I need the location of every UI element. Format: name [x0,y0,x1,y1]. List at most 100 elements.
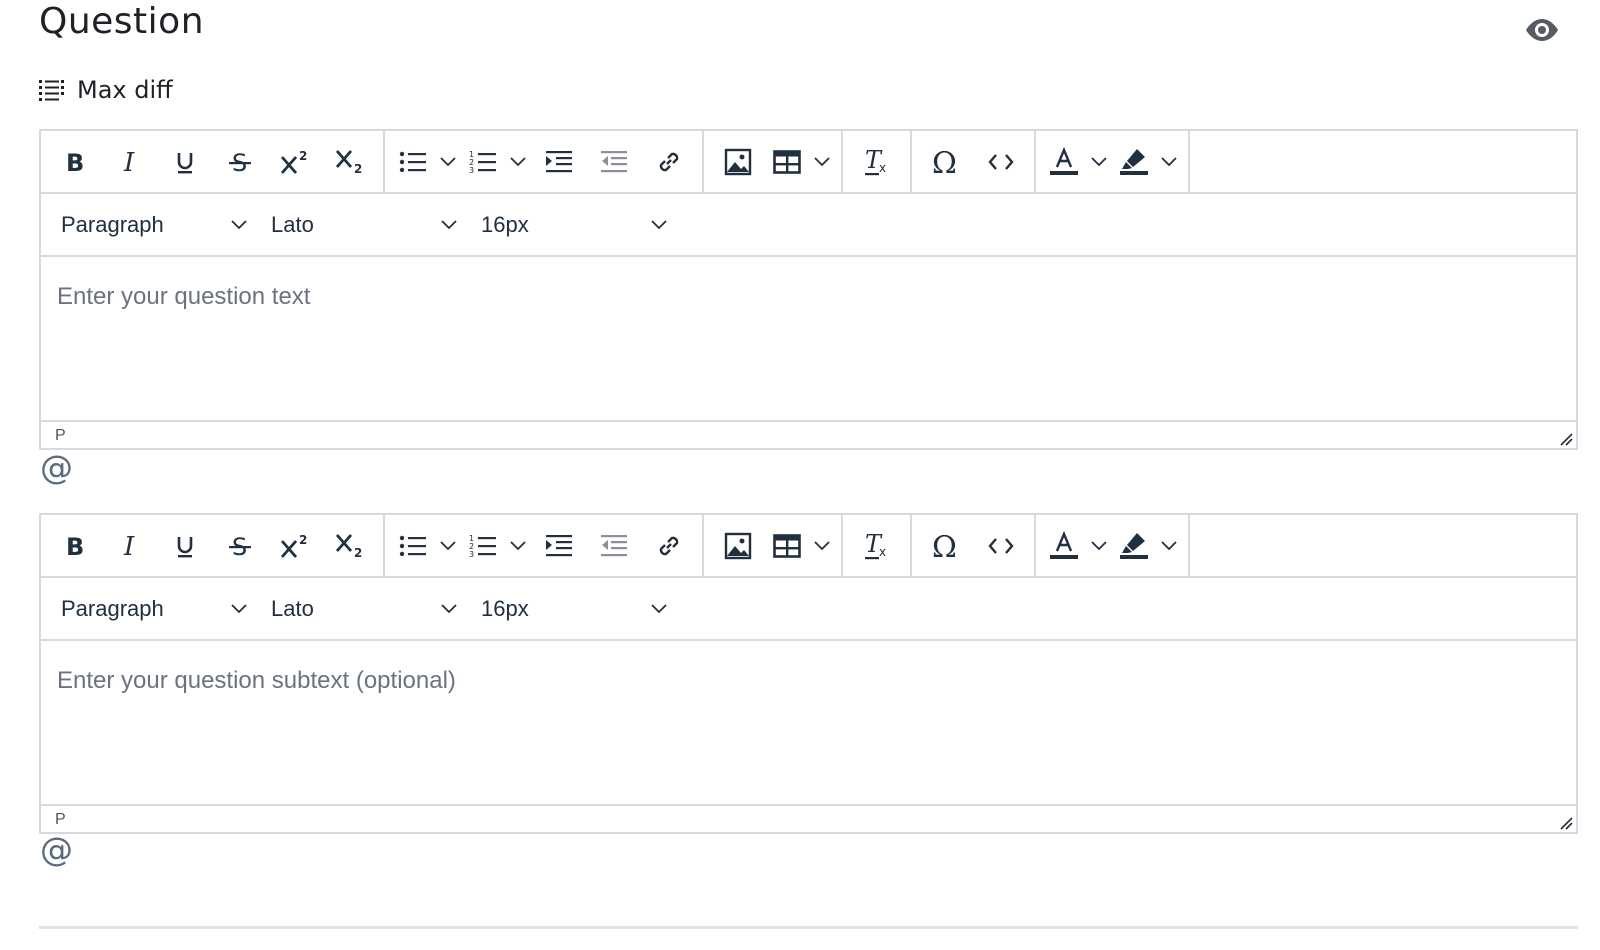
text-color-button[interactable] [1042,523,1112,569]
resize-handle-icon[interactable] [1558,815,1574,831]
table-button[interactable] [765,139,835,185]
italic-icon: I [123,533,135,559]
editor-toolbar: B I S 2 2 [41,515,1576,578]
toolbar-group-formatting: B I S 2 2 [41,131,385,192]
superscript-button[interactable]: 2 [267,523,322,569]
superscript-button[interactable]: 2 [267,139,322,185]
section-divider [39,926,1578,929]
image-icon [724,148,751,175]
editor-statusbar: P [41,422,1576,449]
highlight-color-icon [1120,532,1148,559]
chevron-down-icon [1161,156,1177,166]
chevron-down-icon [231,219,247,229]
block-format-select[interactable]: Paragraph [49,202,259,248]
special-character-button[interactable]: Ω [918,523,973,569]
question-type-label: Max diff [77,76,173,104]
font-size-select[interactable]: 16px [469,202,679,248]
block-format-value: Paragraph [61,211,164,237]
toolbar-group-special: Ω [912,131,1036,192]
question-text-input[interactable]: Enter your question text [41,257,1576,422]
link-icon [659,536,678,555]
bold-button[interactable]: B [47,139,102,185]
element-path[interactable]: P [55,427,66,445]
bullet-list-icon [399,151,426,172]
font-family-select[interactable]: Lato [259,586,469,632]
chevron-down-icon [440,540,456,550]
svg-text:2: 2 [299,149,307,163]
mention-button[interactable]: @ [39,832,75,868]
image-button[interactable] [710,523,765,569]
svg-text:2: 2 [354,162,362,176]
special-character-icon: Ω [932,532,957,560]
svg-text:3: 3 [469,166,474,175]
indent-button[interactable] [531,523,586,569]
outdent-button[interactable] [586,139,641,185]
source-code-icon [987,537,1014,554]
clear-formatting-button[interactable]: Tx [849,523,904,569]
text-color-button[interactable] [1042,139,1112,185]
format-toolbar: Paragraph Lato 16px [41,578,1576,641]
chevron-down-icon [651,219,667,229]
clear-formatting-icon: Tx [864,147,886,175]
list-icon [39,80,64,101]
strikethrough-icon: S [228,149,251,175]
subscript-button[interactable]: 2 [322,139,377,185]
font-family-value: Lato [271,211,314,237]
chevron-down-icon [814,540,830,550]
italic-button[interactable]: I [102,139,157,185]
toolbar-group-insert [704,131,843,192]
image-icon [724,532,751,559]
chevron-down-icon [814,156,830,166]
indent-button[interactable] [531,139,586,185]
special-character-icon: Ω [932,148,957,176]
toolbar-group-clear: Tx [843,131,912,192]
numbered-list-button[interactable]: 123 [461,139,531,185]
link-button[interactable] [641,139,696,185]
resize-handle-icon[interactable] [1558,431,1574,447]
bold-button[interactable]: B [47,523,102,569]
strikethrough-button[interactable]: S [212,139,267,185]
preview-button[interactable] [1522,12,1562,48]
highlight-color-button[interactable] [1112,523,1182,569]
text-color-icon [1050,530,1078,559]
clear-formatting-button[interactable]: Tx [849,139,904,185]
source-code-button[interactable] [973,139,1028,185]
link-button[interactable] [641,523,696,569]
table-button[interactable] [765,523,835,569]
image-button[interactable] [710,139,765,185]
clear-formatting-icon: Tx [864,531,886,559]
subscript-button[interactable]: 2 [322,523,377,569]
source-code-icon [987,153,1014,170]
eye-icon [1526,19,1558,41]
indent-icon [545,534,572,556]
block-format-select[interactable]: Paragraph [49,586,259,632]
svg-text:Ω: Ω [932,148,957,176]
element-path[interactable]: P [55,811,66,829]
mention-button[interactable]: @ [39,450,75,486]
question-subtext-input[interactable]: Enter your question subtext (optional) [41,641,1576,806]
bullet-list-button[interactable] [391,139,461,185]
strikethrough-button[interactable]: S [212,523,267,569]
outdent-button[interactable] [586,523,641,569]
svg-text:Ω: Ω [932,532,957,560]
superscript-icon: 2 [280,149,307,174]
font-family-select[interactable]: Lato [259,202,469,248]
svg-text:2: 2 [354,546,362,560]
highlight-color-button[interactable] [1112,139,1182,185]
underline-button[interactable] [157,139,212,185]
font-size-select[interactable]: 16px [469,586,679,632]
italic-button[interactable]: I [102,523,157,569]
question-text-editor: B I S 2 2 [39,129,1578,450]
bullet-list-button[interactable] [391,523,461,569]
bold-icon: B [66,533,84,559]
numbered-list-button[interactable]: 123 [461,523,531,569]
svg-text:x: x [879,161,886,175]
special-character-button[interactable]: Ω [918,139,973,185]
underline-button[interactable] [157,523,212,569]
source-code-button[interactable] [973,523,1028,569]
underline-icon [177,536,192,557]
svg-text:@: @ [40,833,73,867]
editor-statusbar: P [41,806,1576,833]
chevron-down-icon [1091,156,1107,166]
chevron-down-icon [441,219,457,229]
